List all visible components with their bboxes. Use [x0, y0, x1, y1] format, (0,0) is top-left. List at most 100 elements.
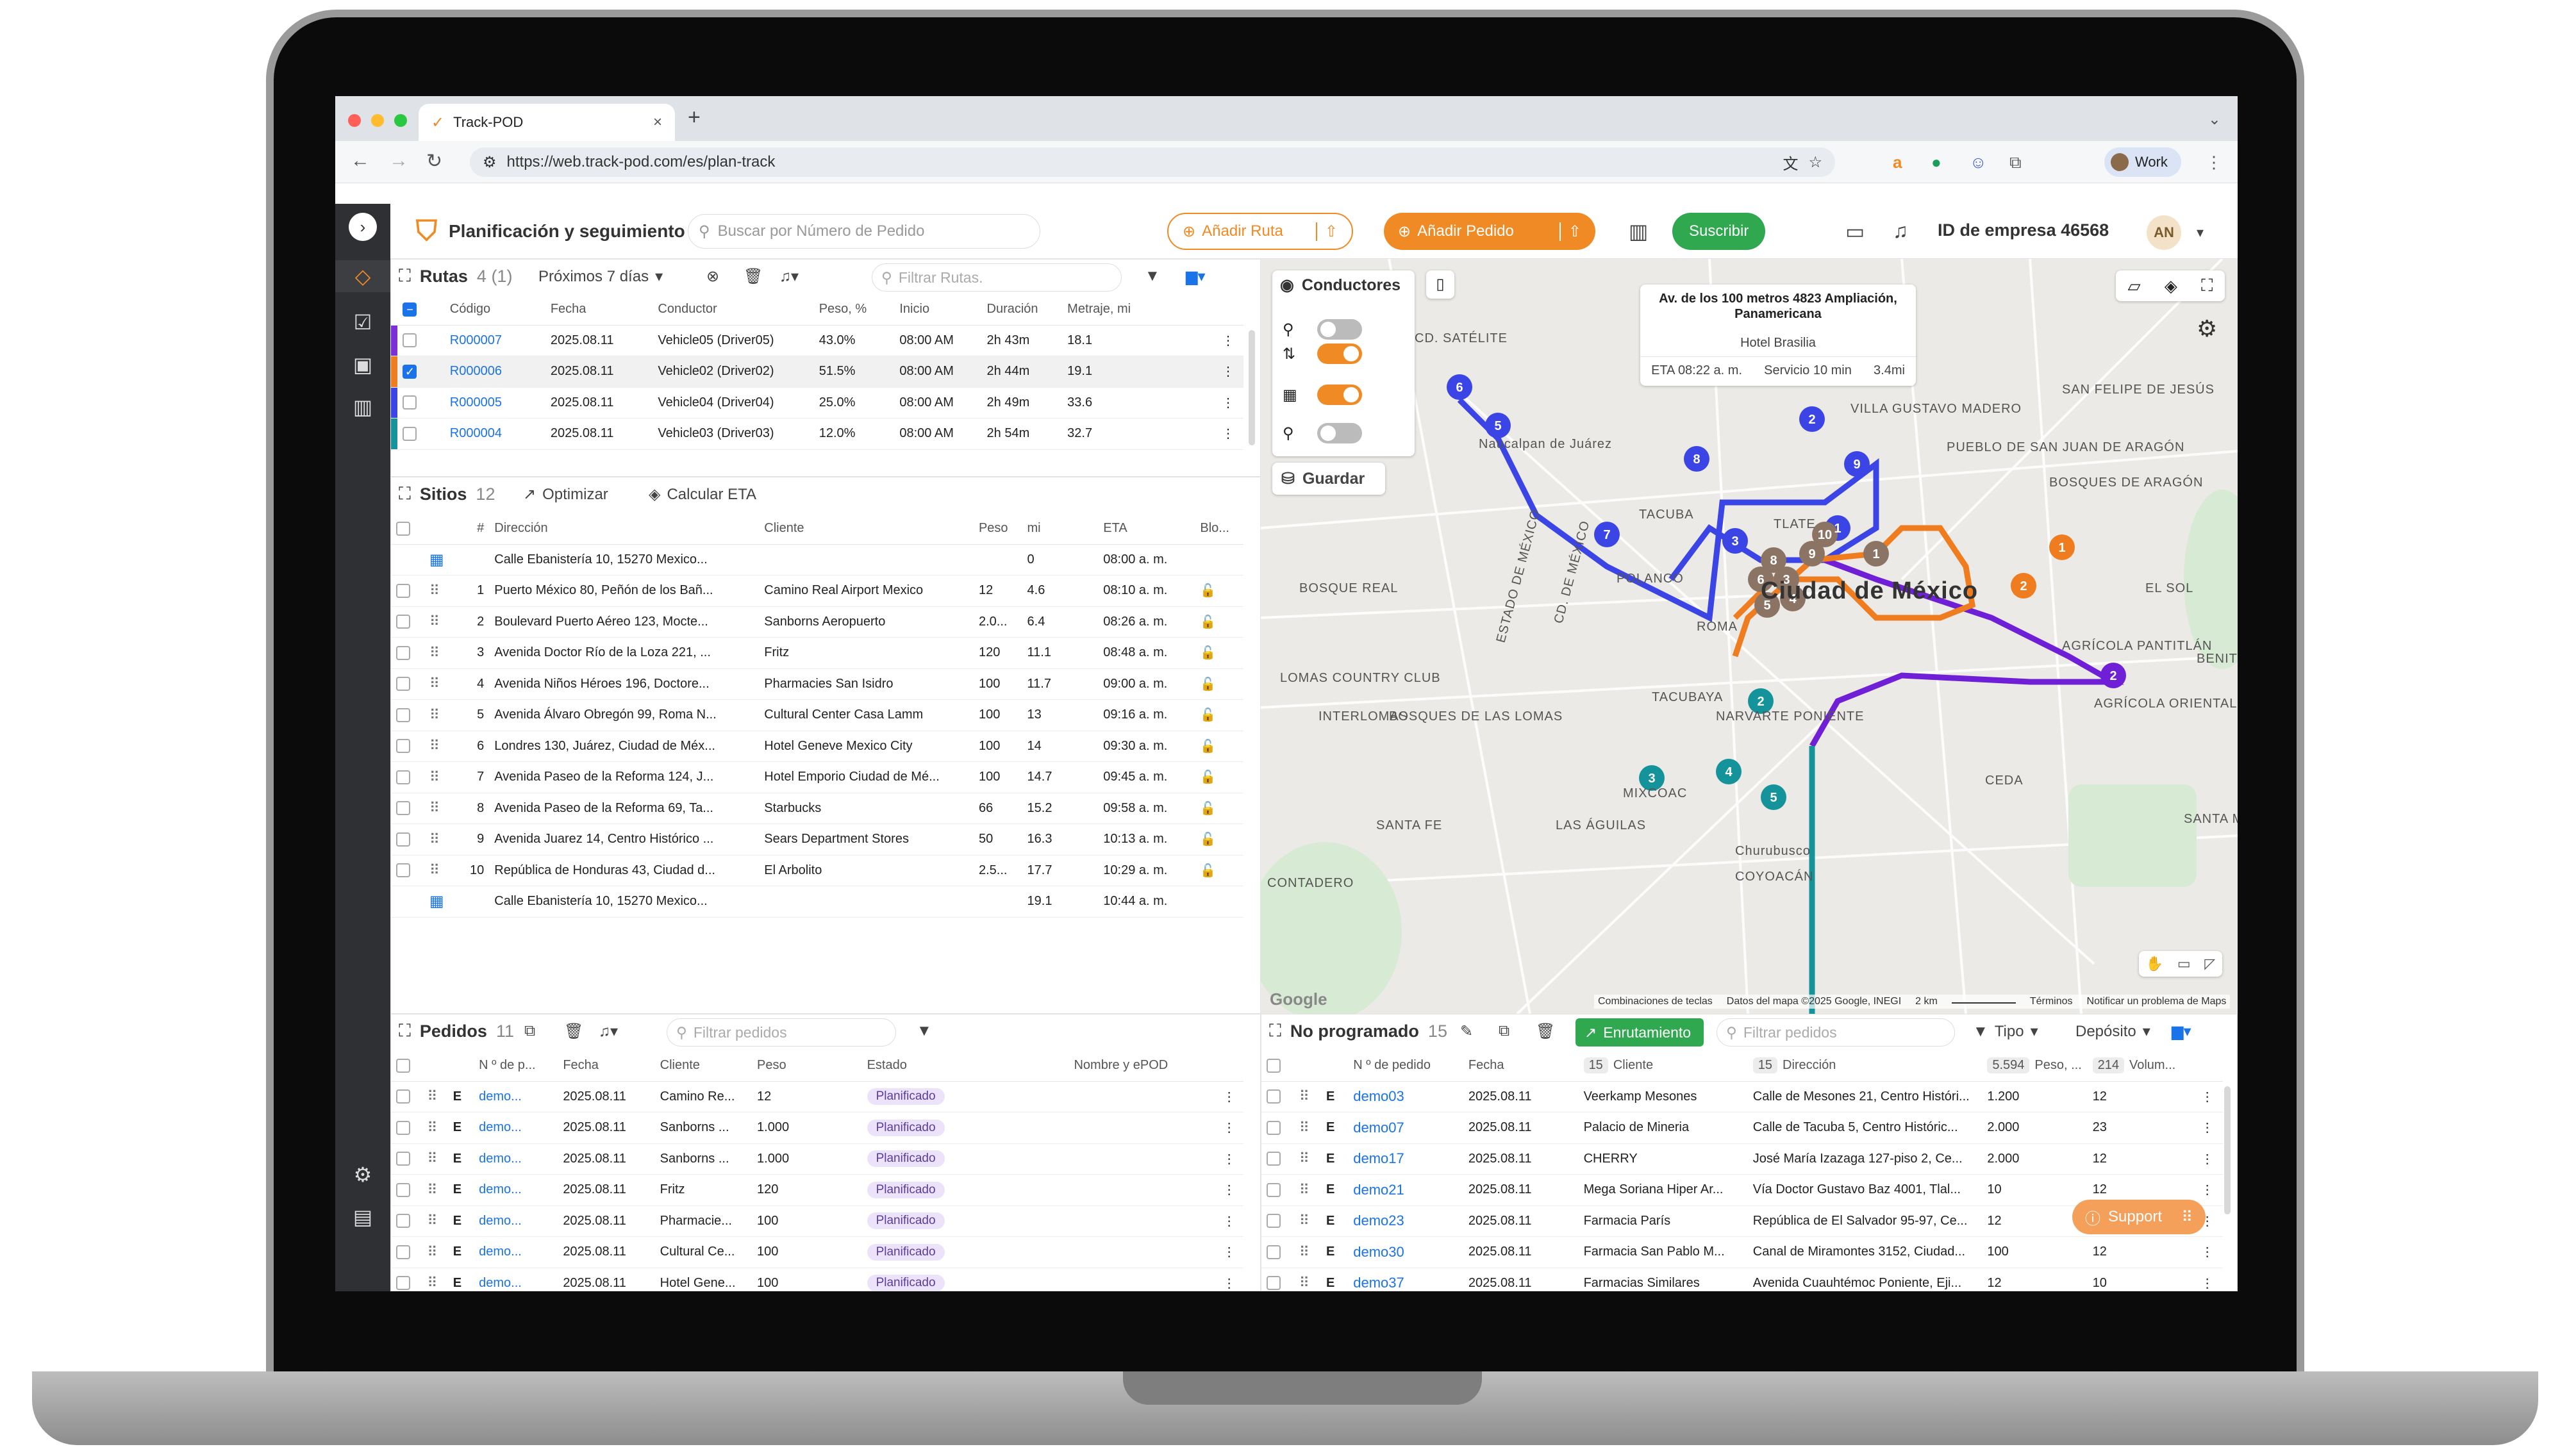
bookmark-star-icon[interactable]: ☆ — [1808, 153, 1822, 172]
order-id[interactable]: demo... — [474, 1236, 558, 1268]
drag-handle-icon[interactable]: ⠿ — [422, 1143, 448, 1175]
drag-handle-icon[interactable]: ⠿ — [424, 731, 459, 762]
lock-icon[interactable]: 🔓 — [1195, 823, 1243, 856]
map-type-icon[interactable]: ▱ — [2128, 276, 2141, 296]
order-id[interactable]: demo... — [474, 1081, 558, 1113]
drag-handle-icon[interactable]: ⠿ — [1293, 1236, 1321, 1268]
routes-period-dropdown[interactable]: Próximos 7 días ▾ — [538, 267, 663, 286]
browser-tab[interactable]: ✓ Track-POD × — [419, 104, 675, 141]
col-miles[interactable]: mi — [1022, 513, 1099, 545]
order-id[interactable]: demo... — [474, 1174, 558, 1206]
col-code[interactable]: Código — [444, 294, 545, 326]
row-menu-icon[interactable]: ⋮ — [1217, 1112, 1243, 1144]
unscheduled-row[interactable]: ⠿ Edemo30 2025.08.11 Farmacia San Pablo M..… — [1261, 1236, 2223, 1268]
orders-icon[interactable]: ☑ — [347, 306, 379, 338]
drag-handle-icon[interactable]: ⠿ — [1293, 1205, 1321, 1237]
col-eta[interactable]: ETA — [1098, 513, 1195, 545]
site-row[interactable]: ⠿ 5 Avenida Álvaro Obregón 99, Roma N... Cu… — [391, 699, 1243, 731]
site-checkbox[interactable] — [396, 770, 410, 784]
row-menu-icon[interactable]: ⋮ — [1217, 1081, 1243, 1113]
drag-handle-icon[interactable]: ⠿ — [422, 1112, 448, 1144]
order-row[interactable]: ⠿ Edemo... 2025.08.11 Camino Re... 12 Planifi… — [391, 1081, 1243, 1113]
back-icon[interactable]: ← — [351, 150, 370, 172]
expand-panel-icon[interactable]: ⛶ — [399, 484, 411, 504]
routing-button[interactable]: ↗ Enrutamiento — [1575, 1018, 1704, 1046]
site-row[interactable]: ⠿ 1 Puerto México 80, Peñón de los Bañ... C… — [391, 575, 1243, 607]
row-menu-icon[interactable]: ⋮ — [1217, 1268, 1243, 1291]
site-checkbox-cell[interactable] — [391, 761, 424, 793]
route-checkbox-cell[interactable] — [397, 325, 445, 356]
order-row[interactable]: ⠿ Edemo... 2025.08.11 Sanborns ... 1.000 Plan… — [391, 1143, 1243, 1175]
route-checkbox[interactable] — [403, 333, 417, 348]
rectangle-select-icon[interactable]: ▭ — [2177, 956, 2191, 972]
terms-link[interactable]: Términos — [2030, 996, 2073, 1007]
puzzle-extensions-icon[interactable]: ⧉ — [2009, 153, 2022, 173]
route-planning-icon[interactable]: ◇ — [335, 260, 390, 292]
lock-icon[interactable]: 🔓 — [1195, 668, 1243, 700]
depot-filter-dropdown[interactable]: Depósito ▾ — [2075, 1022, 2150, 1041]
unscheduled-row[interactable]: ⠿ Edemo17 2025.08.11 CHERRY José María Izaza… — [1261, 1143, 2223, 1175]
col-driver[interactable]: Conductor — [653, 294, 814, 326]
row-menu-icon[interactable]: ⋮ — [1217, 387, 1243, 418]
site-checkbox[interactable] — [396, 863, 410, 878]
order-row[interactable]: ⠿ Edemo... 2025.08.11 Fritz 120 Planificado ⋮ — [391, 1174, 1243, 1206]
forward-icon[interactable]: → — [389, 150, 408, 172]
amazon-extension-icon[interactable]: a — [1893, 153, 1902, 172]
delete-icon[interactable]: 🗑 — [1536, 1022, 1555, 1041]
row-menu-icon[interactable]: ⋮ — [1217, 356, 1243, 388]
col-address[interactable]: Dirección — [489, 513, 760, 545]
depots-toggle[interactable] — [1317, 385, 1362, 405]
col-mileage[interactable]: Metraje, mi — [1062, 294, 1217, 326]
order-checkbox[interactable] — [396, 1089, 410, 1104]
unscheduled-row[interactable]: ⠿ Edemo03 2025.08.11 Veerkamp Mesones Calle … — [1261, 1081, 2223, 1113]
route-checkbox-cell[interactable] — [397, 418, 445, 450]
order-id[interactable]: demo30 — [1348, 1236, 1463, 1268]
col-weight[interactable]: Peso, % — [813, 294, 895, 326]
route-row[interactable]: R000004 2025.08.11 Vehicle03 (Driver03) 12.… — [391, 418, 1243, 450]
col-date[interactable]: Fecha — [558, 1050, 655, 1082]
help-book-icon[interactable]: ▤ — [347, 1201, 379, 1233]
alert-bell-icon[interactable]: ♫▾ — [599, 1022, 618, 1041]
row-menu-icon[interactable]: ⋮ — [2195, 1236, 2223, 1268]
route-checkbox[interactable] — [403, 395, 417, 410]
drag-handle-icon[interactable]: ⠿ — [1293, 1143, 1321, 1175]
unscheduled-checkbox[interactable] — [1267, 1152, 1281, 1166]
site-row[interactable]: ⠿ 7 Avenida Paseo de la Reforma 124, J... H… — [391, 761, 1243, 793]
drag-handle-icon[interactable]: ⠿ — [1293, 1174, 1321, 1206]
unscheduled-checkbox-cell[interactable] — [1261, 1205, 1294, 1237]
order-checkbox-cell[interactable] — [391, 1268, 422, 1291]
close-dot[interactable] — [348, 114, 361, 127]
row-menu-icon[interactable]: ⋮ — [1217, 1143, 1243, 1175]
drag-handle-icon[interactable]: ⠿ — [422, 1174, 448, 1206]
drag-handle-icon[interactable]: ⠿ — [424, 606, 459, 638]
user-avatar[interactable]: AN — [2147, 215, 2181, 250]
translate-icon[interactable]: 文 — [1783, 151, 1798, 174]
row-menu-icon[interactable]: ⋮ — [1217, 1236, 1243, 1268]
order-row[interactable]: ⠿ Edemo... 2025.08.11 Hotel Gene... 100 Plani… — [391, 1268, 1243, 1291]
col-client[interactable]: Cliente — [654, 1050, 752, 1082]
col-status[interactable]: Estado — [861, 1050, 1069, 1082]
drag-handle-icon[interactable]: ⠿ — [1293, 1081, 1321, 1113]
site-checkbox-cell[interactable] — [391, 668, 424, 700]
site-checkbox[interactable] — [396, 583, 410, 598]
row-menu-icon[interactable]: ⋮ — [2195, 1268, 2223, 1291]
order-id[interactable]: demo... — [474, 1205, 558, 1237]
document-icon[interactable]: ▯ — [1426, 270, 1454, 299]
delete-icon[interactable]: 🗑 — [744, 267, 763, 286]
route-code[interactable]: R000005 — [444, 387, 545, 418]
route-checkbox-cell[interactable] — [397, 387, 445, 418]
site-checkbox-cell[interactable] — [391, 855, 424, 886]
minimize-dot[interactable] — [371, 114, 384, 127]
route-code[interactable]: R000004 — [444, 418, 545, 450]
clear-icon[interactable]: ⊗ — [706, 267, 719, 286]
order-checkbox-cell[interactable] — [391, 1112, 422, 1144]
unscheduled-checkbox[interactable] — [1267, 1120, 1281, 1135]
site-checkbox[interactable] — [396, 739, 410, 754]
lock-icon[interactable]: 🔓 — [1195, 575, 1243, 607]
lock-icon[interactable]: 🔓 — [1195, 793, 1243, 824]
order-checkbox[interactable] — [396, 1120, 410, 1135]
order-checkbox-cell[interactable] — [391, 1236, 422, 1268]
order-id[interactable]: demo... — [474, 1112, 558, 1144]
col-block[interactable]: Blo... — [1195, 513, 1243, 545]
route-map[interactable]: 6 5 7 8 2 9 3 1 2 1 2 8 6 3 4 5 9 10 1 2 3 4 5 CD. SATÉLITE Na… — [1261, 259, 2238, 1014]
